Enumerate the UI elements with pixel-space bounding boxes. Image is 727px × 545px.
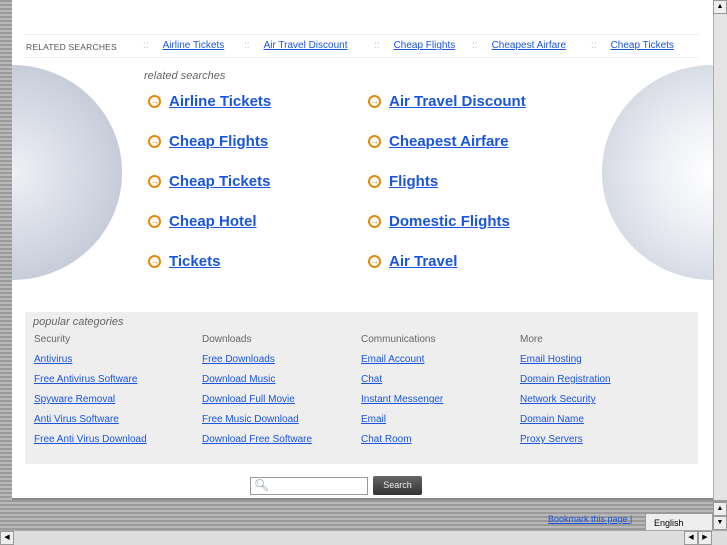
scroll-up-icon[interactable]: ▲ xyxy=(713,502,727,516)
popular-categories: popular categories Security Antivirus Free… xyxy=(25,312,698,464)
related-search-item[interactable]: → Flights xyxy=(368,173,438,190)
category-link[interactable]: Email Account xyxy=(361,354,443,374)
decorative-circle-right xyxy=(602,65,713,280)
related-link[interactable]: Cheap Tickets xyxy=(611,40,674,51)
category-link[interactable]: Download Free Software xyxy=(202,434,312,454)
language-select[interactable]: English xyxy=(645,513,713,531)
bookmark-link[interactable]: Bookmark this page | xyxy=(548,514,632,524)
category-link[interactable]: Download Full Movie xyxy=(202,394,312,414)
related-searches-label: RELATED SEARCHES xyxy=(26,42,117,52)
related-search-item[interactable]: → Cheap Tickets xyxy=(148,173,270,190)
related-link[interactable]: Airline Tickets xyxy=(163,40,225,51)
category-link[interactable]: Free Antivirus Software xyxy=(34,374,147,394)
search-button[interactable]: Search xyxy=(373,476,422,495)
popular-categories-title: popular categories xyxy=(33,316,124,328)
related-search-link[interactable]: Cheap Tickets xyxy=(169,173,270,190)
related-search-item[interactable]: → Air Travel xyxy=(368,253,457,270)
category-column: Communications Email Account Chat Instant M… xyxy=(361,334,443,454)
category-column: More Email Hosting Domain Registration Netw… xyxy=(520,334,611,454)
category-column: Security Antivirus Free Antivirus Software… xyxy=(34,334,147,454)
related-searches-title: related searches xyxy=(144,70,226,82)
category-link[interactable]: Instant Messenger xyxy=(361,394,443,414)
related-link[interactable]: Cheapest Airfare xyxy=(492,40,567,51)
category-link[interactable]: Chat xyxy=(361,374,443,394)
arrow-right-icon: → xyxy=(368,175,381,188)
horizontal-scrollbar[interactable]: ◀ ◀ ▶ xyxy=(0,530,727,545)
search-input[interactable]: 🔍︎ xyxy=(250,477,368,495)
arrow-right-icon: → xyxy=(368,135,381,148)
related-search-link[interactable]: Flights xyxy=(389,173,438,190)
vertical-scrollbar[interactable]: ▲ xyxy=(713,0,727,500)
related-search-item[interactable]: → Air Travel Discount xyxy=(368,93,526,110)
related-search-link[interactable]: Tickets xyxy=(169,253,220,270)
related-link[interactable]: Air Travel Discount xyxy=(264,40,348,51)
related-link[interactable]: Cheap Flights xyxy=(394,40,456,51)
scroll-right-icon[interactable]: ▶ xyxy=(698,531,712,545)
category-heading: Security xyxy=(34,334,71,345)
related-search-link[interactable]: Domestic Flights xyxy=(389,213,510,230)
arrow-right-icon: → xyxy=(148,175,161,188)
category-link[interactable]: Free Music Download xyxy=(202,414,312,434)
category-link[interactable]: Email xyxy=(361,414,443,434)
related-search-link[interactable]: Cheap Flights xyxy=(169,133,268,150)
category-column: Downloads Free Downloads Download Music Dow… xyxy=(202,334,312,454)
arrow-right-icon: → xyxy=(368,215,381,228)
related-search-item[interactable]: → Tickets xyxy=(148,253,220,270)
decorative-circle-left xyxy=(12,65,122,280)
related-search-item[interactable]: → Cheapest Airfare xyxy=(368,133,509,150)
related-search-link[interactable]: Air Travel Discount xyxy=(389,93,526,110)
category-link[interactable]: Chat Room xyxy=(361,434,443,454)
category-link[interactable]: Domain Registration xyxy=(520,374,611,394)
scroll-left-icon[interactable]: ◀ xyxy=(684,531,698,545)
arrow-right-icon: → xyxy=(148,95,161,108)
related-search-link[interactable]: Cheapest Airfare xyxy=(389,133,509,150)
arrow-right-icon: → xyxy=(148,255,161,268)
category-heading: Downloads xyxy=(202,334,252,345)
category-heading: Communications xyxy=(361,334,436,345)
scroll-down-icon[interactable]: ▼ xyxy=(713,516,727,530)
category-link[interactable]: Domain Name xyxy=(520,414,611,434)
page: RELATED SEARCHES :: Airline Tickets :: Air… xyxy=(12,0,713,500)
scroll-left-icon[interactable]: ◀ xyxy=(0,531,14,545)
category-link[interactable]: Download Music xyxy=(202,374,312,394)
category-heading: More xyxy=(520,334,543,345)
arrow-right-icon: → xyxy=(368,255,381,268)
related-search-link[interactable]: Airline Tickets xyxy=(169,93,271,110)
category-link[interactable]: Spyware Removal xyxy=(34,394,147,414)
category-link[interactable]: Anti Virus Software xyxy=(34,414,147,434)
category-link[interactable]: Free Downloads xyxy=(202,354,312,374)
arrow-right-icon: → xyxy=(148,135,161,148)
category-link[interactable]: Proxy Servers xyxy=(520,434,611,454)
related-search-item[interactable]: → Domestic Flights xyxy=(368,213,510,230)
related-searches-bar: RELATED SEARCHES :: Airline Tickets :: Air… xyxy=(25,34,699,58)
related-search-item[interactable]: → Cheap Hotel xyxy=(148,213,257,230)
related-search-item[interactable]: → Cheap Flights xyxy=(148,133,268,150)
arrow-right-icon: → xyxy=(368,95,381,108)
category-link[interactable]: Email Hosting xyxy=(520,354,611,374)
related-search-link[interactable]: Cheap Hotel xyxy=(169,213,257,230)
category-link[interactable]: Antivirus xyxy=(34,354,147,374)
search-icon: 🔍︎ xyxy=(254,478,270,492)
scroll-up-icon[interactable]: ▲ xyxy=(713,0,727,14)
related-search-item[interactable]: → Airline Tickets xyxy=(148,93,271,110)
related-search-link[interactable]: Air Travel xyxy=(389,253,457,270)
category-link[interactable]: Free Anti Virus Download xyxy=(34,434,147,454)
arrow-right-icon: → xyxy=(148,215,161,228)
category-link[interactable]: Network Security xyxy=(520,394,611,414)
